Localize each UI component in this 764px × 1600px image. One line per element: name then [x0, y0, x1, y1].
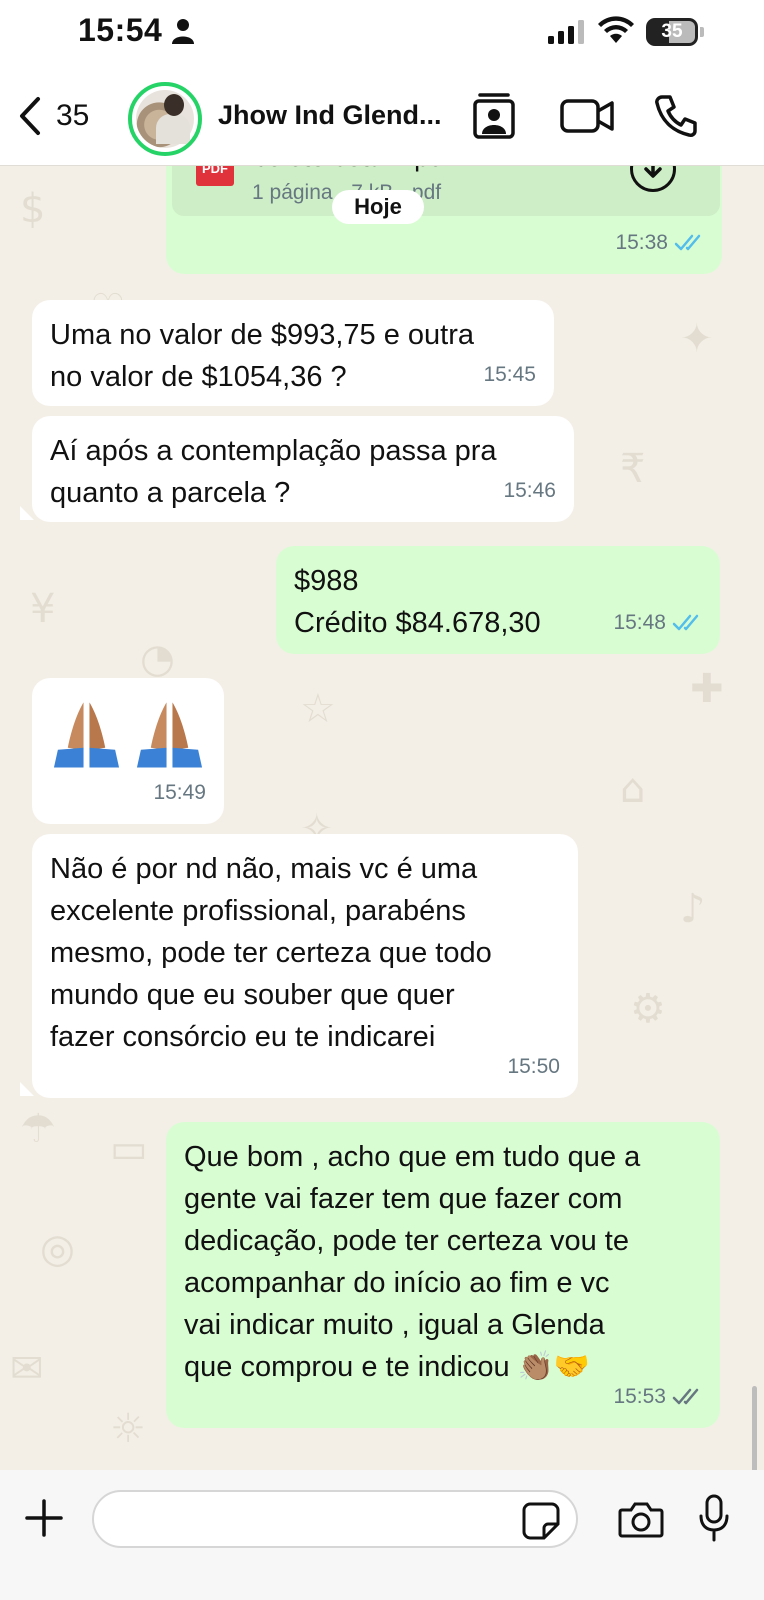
message-line: dedicação, pode ter certeza vou te: [184, 1225, 629, 1257]
incoming-message-bubble[interactable]: Aí após a contemplação passa pra quanto …: [32, 416, 574, 522]
message-line: vai indicar muito , igual a Glenda: [184, 1309, 605, 1341]
wallpaper-doodle: ▭: [110, 1126, 148, 1172]
battery-percent: 35: [661, 21, 683, 42]
bubble-tail: [20, 1082, 34, 1096]
message-line: Aí após a contemplação passa pra: [50, 435, 497, 467]
avatar-figure-head: [164, 94, 184, 116]
chat-header: 35 Jhow Ind Glend...: [0, 66, 764, 166]
download-arrow-icon: [644, 166, 662, 178]
battery-nub: [700, 27, 704, 37]
avatar[interactable]: [128, 82, 202, 156]
wallpaper-doodle: ◎: [40, 1226, 75, 1272]
contact-name[interactable]: Jhow Ind Glend...: [218, 100, 448, 131]
sticker-icon[interactable]: [522, 1502, 560, 1540]
status-bar: 15:54 35: [0, 0, 764, 66]
message-time: 15:53: [613, 1376, 702, 1418]
back-button[interactable]: 35: [18, 94, 89, 138]
avatar-figure-body: [156, 114, 190, 144]
read-receipt-icon: [674, 234, 701, 251]
wallpaper-doodle: ₹: [620, 446, 646, 492]
wifi-icon: [598, 16, 634, 43]
wallpaper-doodle: $: [20, 186, 46, 232]
wallpaper-doodle: ◔: [140, 636, 175, 682]
message-input[interactable]: [92, 1490, 578, 1548]
status-time: 15:54: [78, 12, 163, 48]
wallpaper-doodle: ♪: [680, 886, 706, 932]
message-time: 15:50: [507, 1055, 560, 1078]
incoming-message-bubble[interactable]: Não é por nd não, mais vc é uma excelent…: [32, 834, 578, 1098]
back-chevron-icon: [20, 97, 40, 135]
wallpaper-doodle: ✚: [690, 666, 724, 712]
folded-hands-emoji-icon: [53, 702, 120, 768]
wallpaper-doodle: ☂: [20, 1106, 56, 1152]
message-time-text: 15:38: [615, 231, 668, 254]
message-time: 15:46: [503, 479, 556, 502]
message-line: excelente profissional, parabéns: [50, 895, 466, 927]
wallpaper-doodle: ⚙: [630, 986, 666, 1032]
message-composer: [0, 1470, 764, 1600]
message-time: 15:38: [615, 222, 704, 264]
outgoing-message-bubble[interactable]: $988 Crédito $84.678,30 15:48: [276, 546, 720, 654]
message-line: gente vai fazer tem que fazer com: [184, 1183, 623, 1215]
message-time: 15:49: [153, 781, 206, 804]
microphone-icon[interactable]: [698, 1494, 730, 1542]
message-time-text: 15:48: [613, 611, 666, 634]
message-line: mesmo, pode ter certeza que todo: [50, 937, 492, 969]
cellular-signal-icon: [548, 20, 584, 44]
bubble-tail: [20, 506, 34, 520]
date-divider: Hoje: [332, 190, 424, 224]
message-line: quanto a parcela ?: [50, 477, 291, 509]
message-line: Uma no valor de $993,75 e outra: [50, 319, 474, 351]
message-line: acompanhar do início ao fim e vc: [184, 1267, 610, 1299]
outgoing-message-bubble[interactable]: Que bom , acho que em tudo que a gente v…: [166, 1122, 720, 1428]
incoming-message-bubble[interactable]: Uma no valor de $993,75 e outra no valor…: [32, 300, 554, 406]
wallpaper-doodle: ¥: [30, 586, 56, 632]
wallpaper-doodle: ☼: [110, 1406, 146, 1452]
wallpaper-doodle: ☆: [300, 686, 336, 732]
message-line: mundo que eu souber que quer: [50, 979, 455, 1011]
unread-count: 35: [56, 99, 90, 132]
scroll-indicator[interactable]: [752, 1386, 757, 1470]
download-icon[interactable]: [630, 166, 676, 192]
wallpaper-doodle: ⌂: [620, 766, 646, 812]
message-line: Não é por nd não, mais vc é uma: [50, 853, 478, 885]
delivered-receipt-icon: [672, 1388, 699, 1405]
attach-plus-icon[interactable]: [24, 1498, 64, 1538]
video-call-icon[interactable]: [560, 98, 614, 134]
message-line: fazer consórcio eu te indicarei: [50, 1021, 436, 1053]
pdf-file-icon: PDF: [196, 166, 234, 186]
phone-icon[interactable]: [654, 94, 698, 138]
wallpaper-doodle: ✦: [680, 316, 714, 362]
battery-indicator: 35: [646, 18, 698, 46]
incoming-emoji-bubble[interactable]: 15:49: [32, 678, 224, 824]
pdf-attachment-card[interactable]: PDF boleto cota 2.pdf 1 página · 7 kB · …: [172, 166, 720, 216]
message-line: no valor de $1054,36 ?: [50, 361, 347, 393]
camera-icon[interactable]: [618, 1500, 664, 1538]
focus-person-icon: [172, 19, 194, 44]
read-receipt-icon: [672, 614, 699, 631]
folded-hands-emoji-icon: [136, 702, 203, 768]
message-line: $988: [294, 565, 359, 597]
message-time: 15:48: [613, 602, 702, 644]
message-time: 15:45: [483, 363, 536, 386]
message-line: Que bom , acho que em tudo que a: [184, 1141, 641, 1173]
contact-card-icon[interactable]: [472, 92, 516, 140]
file-message-bubble[interactable]: PDF boleto cota 2.pdf 1 página · 7 kB · …: [166, 166, 722, 274]
wallpaper-doodle: ✉: [10, 1346, 44, 1392]
emoji-content: [50, 698, 206, 768]
message-time-text: 15:53: [613, 1385, 666, 1408]
chat-area[interactable]: $ ♡ ✦ ₹ ¥ ◔ ✚ ☆ ⌂ ✧ ♪ ⚙ ☂ ▭ ◎ ✉ ☼ PDF bo…: [0, 166, 764, 1470]
